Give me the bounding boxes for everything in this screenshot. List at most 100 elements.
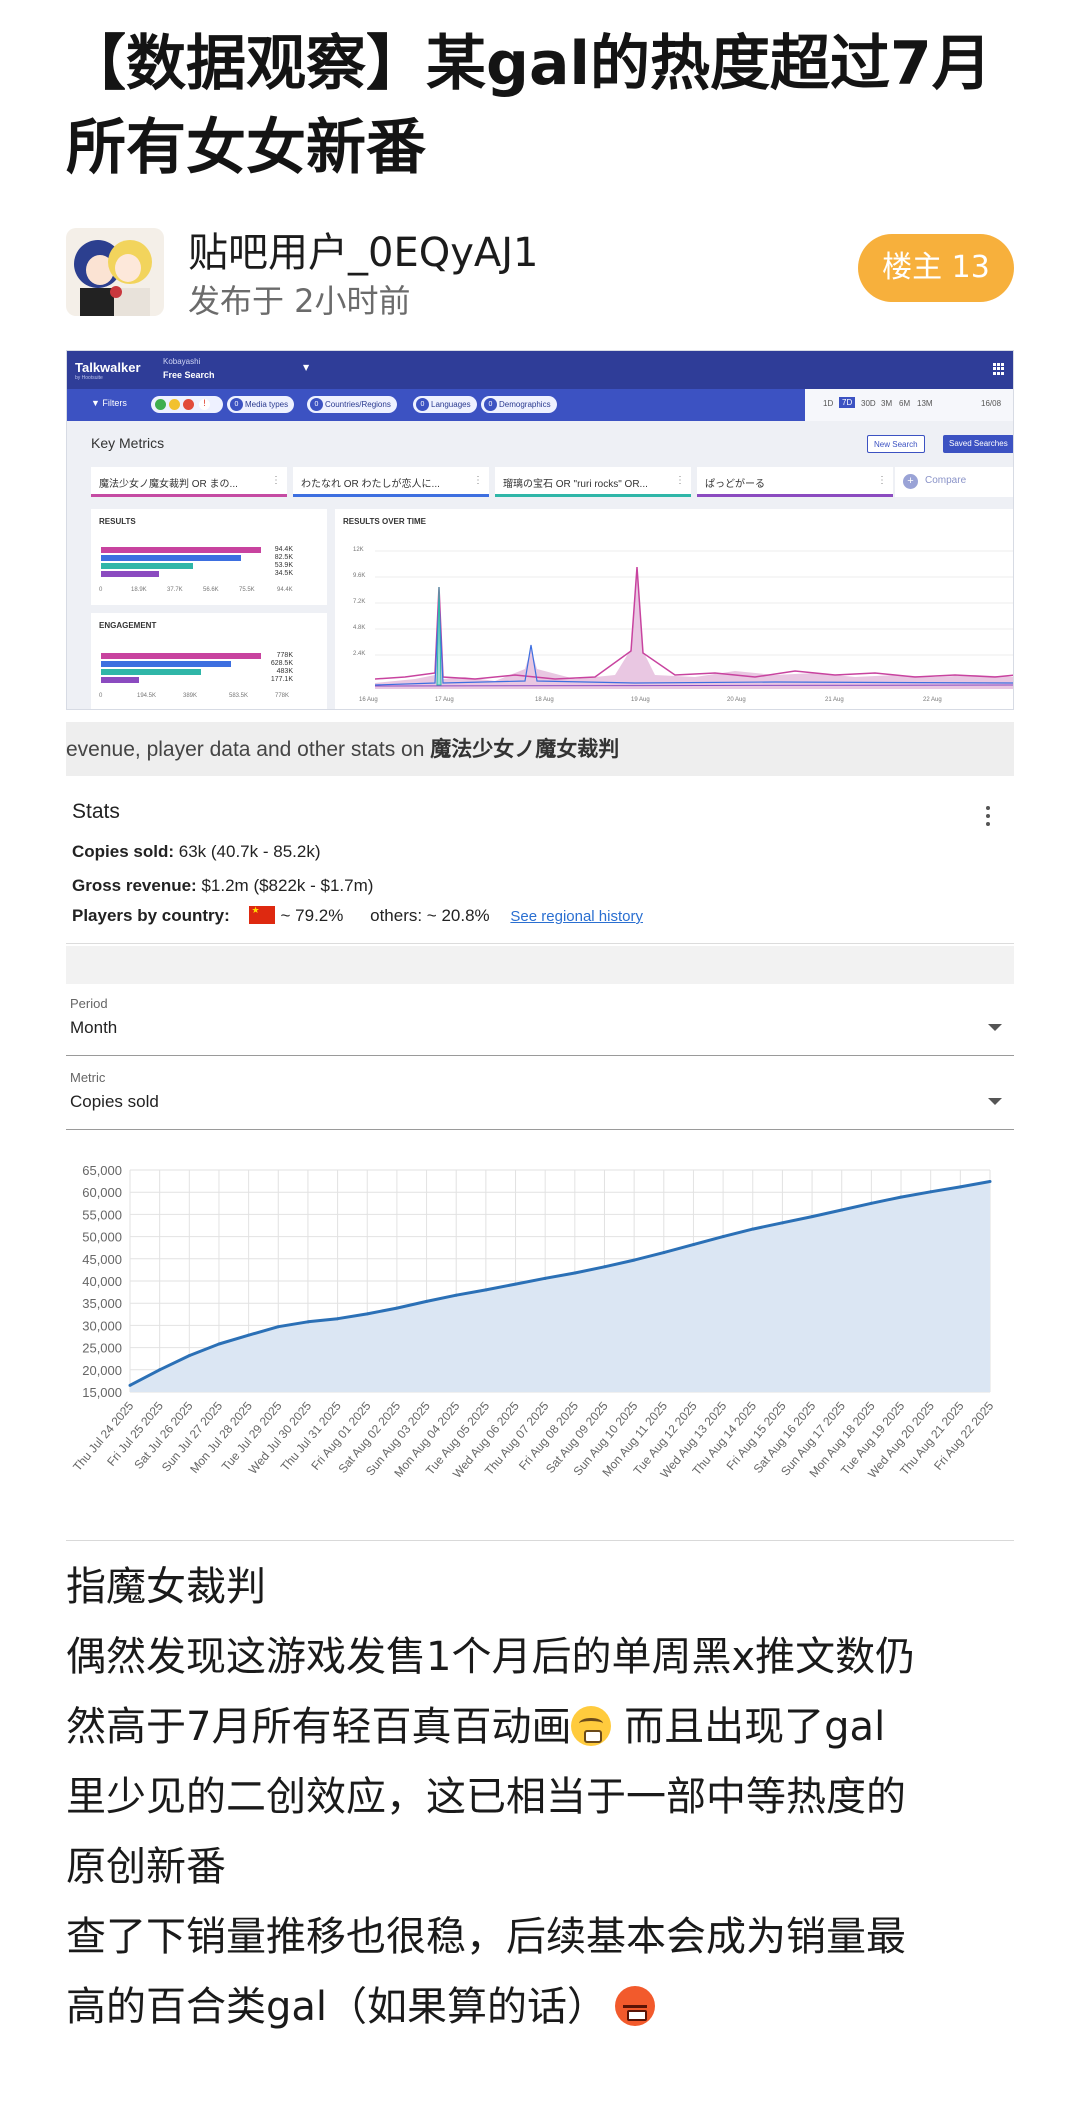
data-point [958, 1185, 962, 1189]
results-over-time-plot [375, 550, 1013, 689]
period-select: Period Month [66, 996, 1014, 1056]
avatar[interactable] [66, 228, 164, 316]
data-point [929, 1190, 933, 1194]
body-line: 高的百合类gal（如果算的话） [66, 1972, 1026, 2042]
dropdown-arrow-icon [988, 1098, 1002, 1105]
author-row[interactable]: 贴吧用户_0EQyAJ1 发布于 2小时前 楼主 13 [66, 220, 1014, 320]
angry-emoji-icon [615, 1986, 656, 2026]
key-metrics-title: Key Metrics [91, 435, 165, 451]
saved-searches-button: Saved Searches [943, 435, 1013, 453]
data-point [721, 1235, 725, 1239]
date-range-selector: 1D 7D 30D 3M 6M 13M 16/08 [805, 389, 1013, 421]
new-search-button: New Search [867, 435, 925, 453]
range-13m: 13M [917, 399, 933, 408]
range-1d: 1D [823, 399, 834, 408]
y-tick-label: 45,000 [82, 1252, 122, 1267]
query-tab-2: わたなれ OR わたしが恋人に... ⋮ [293, 467, 489, 497]
talkwalker-search-name: Free Search [163, 370, 215, 380]
talkwalker-header: Talkwalker by Hootsuite Kobayashi Free S… [67, 351, 1013, 389]
compare-button: Compare [895, 467, 1013, 497]
range-30d: 30D [861, 399, 876, 408]
y-tick-label: 25,000 [82, 1341, 122, 1356]
query-tab-3: 瑠璃の宝石 OR "ruri rocks" OR... ⋮ [495, 467, 691, 497]
talkwalker-screenshot: Talkwalker by Hootsuite Kobayashi Free S… [66, 350, 1014, 710]
pill-languages: Languages [413, 396, 477, 413]
metric-select: Metric Copies sold [66, 1070, 1014, 1130]
data-point [751, 1227, 755, 1231]
gross-revenue-row: Gross revenue: $1.2m ($822k - $1.7m) [72, 876, 374, 895]
more-vert-icon [986, 806, 990, 826]
data-point [158, 1368, 162, 1372]
pill-demographics: Demographics [481, 396, 557, 413]
section-gap [66, 946, 1014, 984]
divider [66, 1540, 1014, 1541]
filters-label: ▼ Filters [91, 398, 127, 408]
data-point [217, 1342, 221, 1346]
data-point [662, 1251, 666, 1255]
copies-sold-area [130, 1181, 990, 1392]
data-point [691, 1243, 695, 1247]
apps-grid-icon [993, 363, 1005, 375]
data-point [810, 1215, 814, 1219]
query-tab-1: 魔法少女ノ魔女裁判 OR まの... ⋮ [91, 467, 287, 497]
stats-title: Stats [72, 800, 120, 823]
body-line: 查了下销量推移也很稳，后续基本会成为销量最 [66, 1914, 906, 1960]
op-floor-badge: 楼主 13 [858, 234, 1014, 302]
results-over-time-title: RESULTS OVER TIME [343, 517, 426, 526]
y-tick-label: 40,000 [82, 1274, 122, 1289]
body-line: 原创新番 [66, 1844, 226, 1890]
china-flag-icon [248, 905, 275, 924]
engagement-card: ENGAGEMENT 778K 628.5K 483K 177.1K 0 194… [91, 613, 327, 709]
sweat-emoji-icon [571, 1706, 612, 1746]
data-point [128, 1383, 132, 1387]
talkwalker-filterbar: ▼ Filters ! Media types Countries/Region… [67, 389, 1013, 421]
talkwalker-logo: Talkwalker [75, 360, 141, 375]
data-point [336, 1317, 340, 1321]
data-point [276, 1325, 280, 1329]
post-body: 指魔女裁判 偶然发现这游戏发售1个月后的单周黑x推文数仍 然高于7月所有轻百真百… [66, 1552, 1026, 2042]
stats-source-strip: evenue, player data and other stats on 魔… [66, 722, 1014, 776]
body-line: 偶然发现这游戏发售1个月后的单周黑x推文数仍 [66, 1634, 916, 1680]
y-tick-label: 20,000 [82, 1363, 122, 1378]
range-3m: 3M [881, 399, 893, 408]
post-time: 发布于 2小时前 [188, 282, 411, 320]
sentiment-filter: ! [151, 396, 223, 413]
author-name[interactable]: 贴吧用户_0EQyAJ1 [188, 220, 539, 278]
data-point [484, 1288, 488, 1292]
data-point [395, 1306, 399, 1310]
dropdown-arrow-icon [988, 1024, 1002, 1031]
data-point [602, 1265, 606, 1269]
data-point [869, 1201, 873, 1205]
y-tick-label: 60,000 [82, 1185, 122, 1200]
data-point [840, 1208, 844, 1212]
data-point [573, 1271, 577, 1275]
data-point [247, 1333, 251, 1337]
y-tick-label: 35,000 [82, 1296, 122, 1311]
stats-panel: Stats Copies sold: 63k (40.7k - 85.2k) G… [66, 786, 1014, 944]
data-point [899, 1195, 903, 1199]
talkwalker-logo-sub: by Hootsuite [75, 375, 103, 381]
y-tick-label: 50,000 [82, 1230, 122, 1245]
data-point [988, 1180, 992, 1184]
copies-sold-chart-svg: 65,000 60,000 55,000 50,000 45,000 40,000 35,0… [70, 1163, 996, 1481]
body-line: 然高于7月所有轻百真百动画 而且出现了gal [66, 1704, 886, 1750]
engagement-title: ENGAGEMENT [99, 621, 157, 630]
range-date: 16/08 [981, 399, 1002, 408]
data-point [543, 1276, 547, 1280]
pill-countries: Countries/Regions [307, 396, 397, 413]
data-point [306, 1320, 310, 1324]
pill-media-types: Media types [227, 396, 295, 413]
y-tick-label: 55,000 [82, 1207, 122, 1222]
players-by-country-row: Players by country: ~ 79.2% others: ~ 20… [72, 905, 643, 926]
range-6m: 6M [899, 399, 911, 408]
chevron-down-icon: ▼ [303, 363, 310, 372]
post-title: 【数据观察】某gal的热度超过7月所有女女新番 [66, 29, 992, 183]
regional-history-link: See regional history [510, 908, 643, 925]
results-over-time-card: RESULTS OVER TIME 12K 9.6K 7.2K 4.8K 2.4… [335, 509, 1013, 709]
data-point [454, 1293, 458, 1297]
data-point [514, 1282, 518, 1286]
y-tick-label: 65,000 [82, 1163, 122, 1178]
copies-sold-chart: 65,000 60,000 55,000 50,000 45,000 40,000 35,0… [66, 1150, 1014, 1520]
talkwalker-user: Kobayashi [163, 357, 201, 366]
y-tick-label: 15,000 [82, 1385, 122, 1400]
